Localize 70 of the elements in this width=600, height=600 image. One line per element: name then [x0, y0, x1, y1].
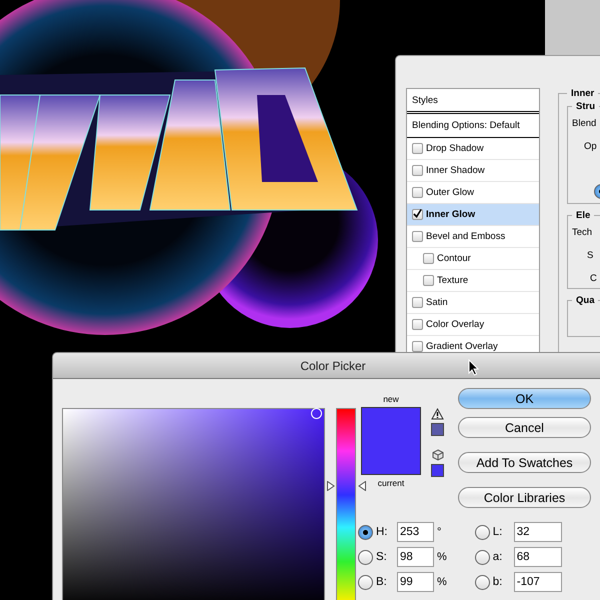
radio-button[interactable]	[358, 524, 373, 540]
value-input[interactable]: -107	[514, 572, 562, 592]
field-label: a:	[492, 551, 504, 563]
style-label: Contour	[437, 253, 471, 264]
color-field[interactable]	[62, 408, 325, 600]
value-input[interactable]: 68	[514, 547, 562, 567]
field-label: S	[586, 250, 594, 261]
group-title: Inner	[570, 88, 596, 99]
style-label: Blending Options: Default	[412, 120, 520, 131]
checkbox[interactable]	[412, 319, 423, 330]
picker-ring-icon[interactable]	[311, 408, 322, 419]
style-label: Styles	[412, 94, 438, 106]
field-label: H:	[376, 526, 388, 538]
radio-button[interactable]	[474, 550, 490, 564]
style-label: Color Overlay	[426, 319, 484, 330]
swatch-label: current	[378, 478, 404, 488]
radio-button[interactable]	[358, 550, 373, 564]
radio-button[interactable]	[474, 574, 490, 590]
checkbox[interactable]	[423, 253, 434, 264]
checkbox[interactable]	[412, 341, 423, 352]
group-title: Stru	[575, 101, 596, 112]
checkbox[interactable]	[412, 143, 423, 154]
style-label: Inner Shadow	[426, 165, 485, 176]
field-label: b:	[492, 576, 504, 588]
slider-arrow-icon[interactable]	[327, 481, 335, 492]
style-label: Outer Glow	[426, 187, 474, 198]
swatch-label: new	[383, 394, 399, 404]
checkbox[interactable]	[423, 275, 434, 286]
checkbox[interactable]	[412, 165, 423, 176]
style-label: Texture	[437, 275, 468, 286]
dialog-button[interactable]: Add To Swatches	[458, 452, 591, 473]
field-label: B:	[376, 576, 388, 588]
value-input[interactable]: 32	[514, 522, 562, 542]
style-label: Bevel and Emboss	[426, 231, 506, 242]
warning-icon[interactable]	[431, 408, 444, 420]
field-label: L:	[492, 526, 504, 538]
value-input[interactable]: 98	[397, 547, 434, 567]
web-swatch[interactable]	[431, 464, 444, 477]
gamut-swatch[interactable]	[431, 423, 444, 436]
style-label: Satin	[426, 297, 448, 308]
value-input[interactable]: 99	[397, 572, 434, 592]
style-label: Inner Glow	[426, 209, 476, 220]
style-label: Drop Shadow	[426, 143, 484, 154]
unit-label: %	[437, 551, 447, 563]
group-title: Ele	[575, 210, 592, 221]
color-swatch	[361, 407, 421, 475]
checkbox[interactable]	[412, 209, 423, 220]
unit-label: °	[437, 526, 442, 538]
dialog-button[interactable]: OK	[458, 388, 591, 409]
dialog-button[interactable]: Cancel	[458, 417, 591, 438]
checkbox[interactable]	[412, 297, 423, 308]
radio-button[interactable]	[358, 574, 373, 590]
field-label: Blend	[572, 118, 598, 129]
field-label: S:	[376, 551, 388, 563]
radio-button[interactable]	[474, 524, 490, 540]
checkbox[interactable]	[412, 187, 423, 198]
field-label: Op	[583, 141, 598, 152]
cursor-icon	[468, 359, 479, 376]
dialog-title: Color Picker	[53, 353, 600, 379]
unit-label: %	[437, 576, 447, 588]
group-title: Qua	[575, 295, 596, 306]
field-label: Tech	[572, 227, 594, 238]
style-item[interactable]: Inner Glow	[407, 204, 539, 226]
slider-arrow-icon[interactable]	[358, 481, 366, 492]
value-input[interactable]: 253	[397, 522, 434, 542]
field-label: C	[589, 273, 598, 284]
cube-icon[interactable]	[432, 449, 444, 461]
dialog-button[interactable]: Color Libraries	[458, 487, 591, 508]
style-label: Gradient Overlay	[426, 341, 498, 352]
checkbox[interactable]	[412, 231, 423, 242]
